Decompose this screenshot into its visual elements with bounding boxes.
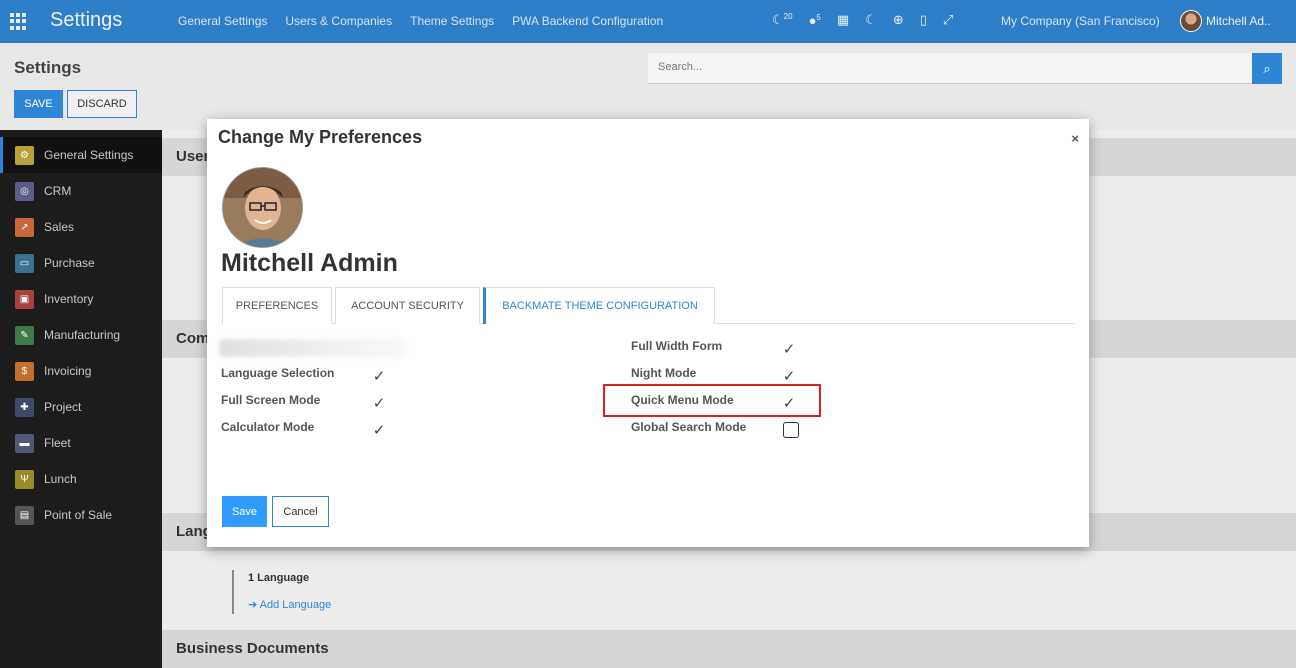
save-button[interactable]: Save — [222, 496, 267, 527]
activity-icon[interactable]: ☾20 — [772, 12, 793, 28]
tab-preferences[interactable]: PREFERENCES — [222, 287, 332, 324]
wrench-icon: ✎ — [15, 325, 34, 345]
full-width-form-checkbox[interactable]: ✓ — [781, 342, 797, 358]
cutlery-icon: Ψ — [15, 469, 34, 489]
gear-icon: ⚙ — [15, 145, 34, 165]
fullscreen-icon[interactable]: ⤢ — [943, 12, 953, 28]
label-full-screen-mode: Full Screen Mode — [221, 393, 321, 407]
sidebar-item-label: Manufacturing — [44, 328, 121, 342]
sidebar-item-lunch[interactable]: Ψ Lunch — [0, 461, 162, 497]
sidebar-item-label: General Settings — [44, 148, 134, 162]
tab-backmate-theme[interactable]: BACKMATE THEME CONFIGURATION — [483, 287, 715, 324]
dialog-title: Change My Preferences — [218, 127, 423, 147]
app-brand: Settings — [50, 9, 123, 31]
global-search-mode-checkbox[interactable] — [783, 422, 799, 438]
sidebar-item-invoicing[interactable]: $ Invoicing — [0, 353, 162, 389]
label-calculator-mode: Calculator Mode — [221, 420, 315, 434]
add-language-label: Add Language — [259, 599, 332, 611]
sidebar-item-project[interactable]: ✚ Project — [0, 389, 162, 425]
sidebar: ⚙ General Settings ◎ CRM ↗ Sales ▭ Purch… — [0, 130, 162, 668]
sidebar-item-label: Sales — [44, 220, 75, 234]
label-global-search-mode: Global Search Mode — [631, 420, 747, 434]
profile-name: Mitchell Admin — [221, 249, 398, 277]
systray: ☾20 ●5 ▦ ☾ ⊕ ▯ ⤢ — [772, 12, 969, 28]
page-title: Settings — [14, 58, 82, 77]
message-count: 5 — [816, 12, 821, 22]
save-button[interactable]: SAVE — [14, 90, 63, 118]
calculator-mode-checkbox[interactable]: ✓ — [371, 423, 387, 439]
tab-account-security[interactable]: ACCOUNT SECURITY — [335, 287, 480, 324]
sidebar-item-manufacturing[interactable]: ✎ Manufacturing — [0, 317, 162, 353]
arrow-right-icon: ➔ — [248, 599, 260, 611]
profile-photo[interactable] — [222, 167, 303, 248]
sidebar-item-sales[interactable]: ↗ Sales — [0, 209, 162, 245]
apps-grid-icon[interactable] — [10, 13, 27, 30]
invoice-icon: $ — [15, 361, 34, 381]
preferences-dialog: Change My Preferences × Mitchell Admin P… — [207, 119, 1089, 547]
top-menu: General Settings Users & Companies Theme… — [178, 14, 663, 28]
sidebar-item-label: Point of Sale — [44, 508, 113, 522]
sidebar-item-label: Fleet — [44, 436, 71, 450]
sidebar-item-point-of-sale[interactable]: ▤ Point of Sale — [0, 497, 162, 533]
menu-pwa-backend[interactable]: PWA Backend Configuration — [512, 14, 663, 28]
section-business-documents: Business Documents — [162, 630, 1296, 668]
add-language-link[interactable]: ➔ Add Language — [248, 598, 331, 611]
sidebar-item-inventory[interactable]: ▣ Inventory — [0, 281, 162, 317]
blurred-field — [219, 339, 407, 357]
night-mode-icon[interactable]: ☾ — [865, 12, 877, 28]
sidebar-item-label: Invoicing — [44, 364, 92, 378]
menu-general-settings[interactable]: General Settings — [178, 14, 267, 28]
user-menu[interactable]: Mitchell Ad.. — [1206, 14, 1271, 28]
highlight-box — [603, 384, 821, 417]
search-icon[interactable]: ⌕ — [1252, 53, 1282, 84]
chart-icon: ↗ — [15, 217, 34, 237]
sidebar-item-general-settings[interactable]: ⚙ General Settings — [0, 137, 162, 173]
full-screen-mode-checkbox[interactable]: ✓ — [371, 396, 387, 412]
target-icon: ◎ — [15, 181, 34, 201]
sidebar-item-crm[interactable]: ◎ CRM — [0, 173, 162, 209]
close-icon[interactable]: × — [1071, 131, 1079, 146]
credit-card-icon: ▭ — [15, 253, 34, 273]
search-input[interactable]: Search... — [648, 53, 1252, 84]
label-full-width-form: Full Width Form — [631, 339, 723, 353]
sidebar-item-fleet[interactable]: ▬ Fleet — [0, 425, 162, 461]
messages-icon[interactable]: ●5 — [809, 13, 821, 28]
sidebar-item-label: Project — [44, 400, 82, 414]
preferences-tabs: PREFERENCES ACCOUNT SECURITY BACKMATE TH… — [222, 287, 1075, 324]
car-icon: ▬ — [15, 433, 34, 453]
sidebar-item-label: Purchase — [44, 256, 95, 270]
profile-photo-image — [223, 168, 302, 247]
cancel-button[interactable]: Cancel — [272, 496, 329, 527]
company-switcher[interactable]: My Company (San Francisco) — [1001, 14, 1160, 28]
top-navbar: Settings General Settings Users & Compan… — [0, 0, 1296, 43]
language-divider — [232, 570, 234, 614]
discard-button[interactable]: DISCARD — [67, 90, 137, 118]
puzzle-icon: ✚ — [15, 397, 34, 417]
bookmark-icon[interactable]: ▯ — [920, 12, 927, 28]
label-language-selection: Language Selection — [221, 366, 335, 380]
control-panel: Settings SAVE DISCARD Search... ⌕ — [0, 43, 1296, 130]
menu-users-companies[interactable]: Users & Companies — [285, 14, 392, 28]
sidebar-item-purchase[interactable]: ▭ Purchase — [0, 245, 162, 281]
language-count: 1 Language — [248, 572, 310, 584]
language-selection-checkbox[interactable]: ✓ — [371, 369, 387, 385]
menu-theme-settings[interactable]: Theme Settings — [410, 14, 494, 28]
calculator-icon[interactable]: ▦ — [837, 12, 849, 28]
language-globe-icon[interactable]: ⊕ — [893, 12, 904, 28]
store-icon: ▤ — [15, 505, 34, 525]
sidebar-item-label: Inventory — [44, 292, 94, 306]
night-mode-checkbox[interactable]: ✓ — [781, 369, 797, 385]
avatar[interactable] — [1180, 10, 1202, 32]
box-icon: ▣ — [15, 289, 34, 309]
sidebar-item-label: CRM — [44, 184, 72, 198]
sidebar-item-label: Lunch — [44, 472, 77, 486]
label-night-mode: Night Mode — [631, 366, 697, 380]
activity-count: 20 — [783, 12, 793, 21]
